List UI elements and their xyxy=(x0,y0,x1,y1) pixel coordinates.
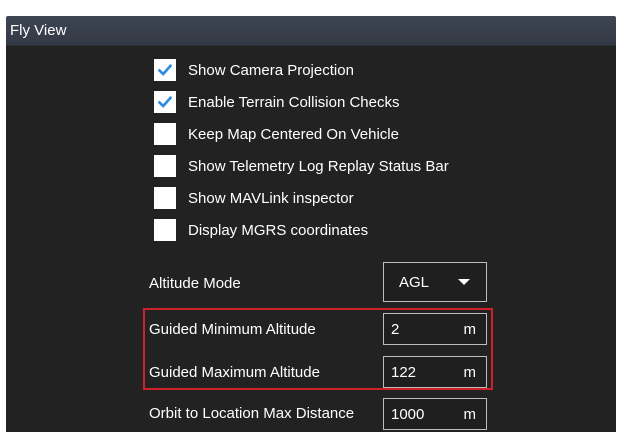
checkbox-box[interactable] xyxy=(154,123,176,145)
checkbox-box[interactable] xyxy=(154,59,176,81)
guided-max-altitude-label: Guided Maximum Altitude xyxy=(149,364,320,381)
section-title: Fly View xyxy=(10,22,67,39)
checkbox-keep-map-centered[interactable]: Keep Map Centered On Vehicle xyxy=(154,119,399,149)
checkbox-label: Keep Map Centered On Vehicle xyxy=(188,125,399,143)
checkmark-icon xyxy=(158,64,172,76)
checkbox-label: Show Camera Projection xyxy=(188,61,354,79)
orbit-max-distance-field[interactable]: 1000 m xyxy=(383,398,487,430)
checkbox-box[interactable] xyxy=(154,219,176,241)
orbit-max-distance-label: Orbit to Location Max Distance xyxy=(149,405,355,422)
checkbox-label: Show Telemetry Log Replay Status Bar xyxy=(188,157,449,175)
checkbox-box[interactable] xyxy=(154,187,176,209)
section-header: Fly View xyxy=(6,16,616,46)
field-unit: m xyxy=(463,405,477,423)
guided-min-altitude-field[interactable]: 2 m xyxy=(383,313,487,345)
checkbox-enable-terrain-collision-checks[interactable]: Enable Terrain Collision Checks xyxy=(154,87,400,117)
checkbox-show-mavlink-inspector[interactable]: Show MAVLink inspector xyxy=(154,183,354,213)
settings-window: Fly View Show Camera Projection Enable T… xyxy=(0,0,624,432)
checkmark-icon xyxy=(158,96,172,108)
altitude-mode-dropdown[interactable]: AGL xyxy=(383,262,487,302)
guided-min-altitude-label: Guided Minimum Altitude xyxy=(149,321,316,338)
checkbox-display-mgrs-coordinates[interactable]: Display MGRS coordinates xyxy=(154,215,368,245)
dropdown-arrow-icon xyxy=(458,279,470,285)
field-unit: m xyxy=(463,320,477,338)
checkbox-label: Enable Terrain Collision Checks xyxy=(188,93,400,111)
checkbox-box[interactable] xyxy=(154,155,176,177)
field-unit: m xyxy=(463,363,477,381)
field-value: 122 xyxy=(391,363,417,381)
field-value: 2 xyxy=(391,320,400,338)
checkbox-box[interactable] xyxy=(154,91,176,113)
checkbox-label: Show MAVLink inspector xyxy=(188,189,354,207)
checkbox-show-camera-projection[interactable]: Show Camera Projection xyxy=(154,55,354,85)
field-value: 1000 xyxy=(391,405,425,423)
altitude-mode-value: AGL xyxy=(399,273,430,291)
altitude-mode-label: Altitude Mode xyxy=(149,275,241,292)
checkbox-label: Display MGRS coordinates xyxy=(188,221,369,239)
checkbox-show-telemetry-log-replay[interactable]: Show Telemetry Log Replay Status Bar xyxy=(154,151,449,181)
guided-max-altitude-field[interactable]: 122 m xyxy=(383,356,487,388)
